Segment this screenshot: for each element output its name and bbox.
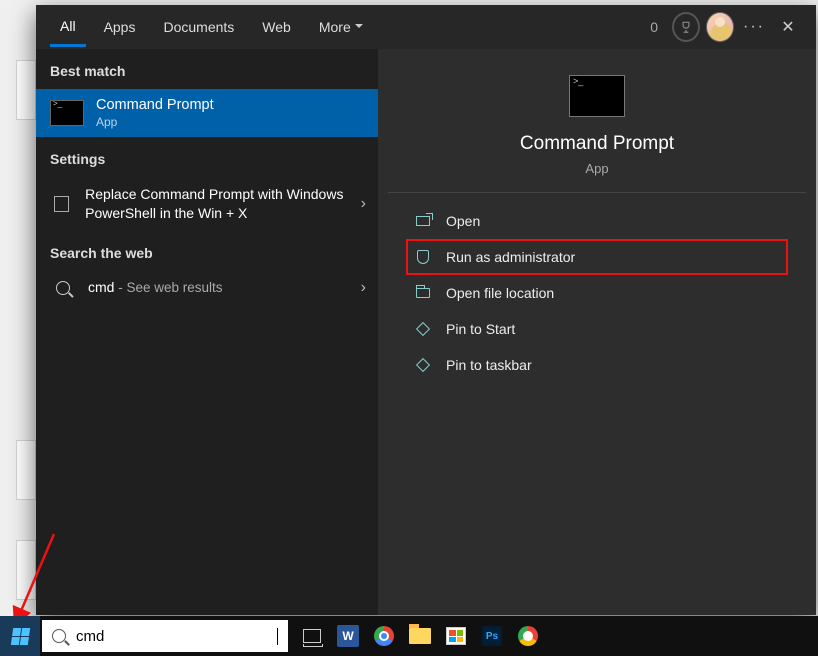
preview-subtitle: App (388, 161, 806, 176)
chevron-right-icon: › (361, 279, 366, 297)
results-column: Best match Command Prompt App Settings R… (36, 49, 378, 615)
taskbar-chrome[interactable] (372, 624, 396, 648)
result-setting-replace-cmd[interactable]: Replace Command Prompt with Windows Powe… (36, 177, 378, 231)
rewards-count: 0 (650, 19, 658, 35)
settings-heading: Settings (36, 137, 378, 177)
result-title: Command Prompt (96, 97, 214, 113)
background-window-stub (16, 540, 36, 600)
user-avatar-button[interactable] (706, 13, 734, 41)
web-suffix: - See web results (114, 280, 222, 295)
taskbar-word[interactable]: W (336, 624, 360, 648)
options-button[interactable]: ··· (740, 13, 768, 41)
action-run-as-administrator[interactable]: Run as administrator (406, 239, 788, 275)
close-button[interactable]: ✕ (774, 13, 802, 41)
chrome-canary-icon (518, 626, 538, 646)
tab-apps[interactable]: Apps (94, 9, 146, 45)
result-subtitle: App (96, 115, 214, 129)
preview-column: Command Prompt App Open Run as administr… (378, 49, 816, 615)
preview-actions: Open Run as administrator Open file loca… (388, 193, 806, 393)
folder-icon (414, 285, 432, 301)
action-label: Pin to Start (446, 321, 515, 337)
trophy-icon (672, 12, 700, 42)
file-explorer-icon (409, 628, 431, 644)
action-label: Run as administrator (446, 249, 575, 265)
ellipsis-icon: ··· (743, 18, 765, 36)
web-term: cmd (88, 279, 114, 295)
action-pin-to-taskbar[interactable]: Pin to taskbar (406, 347, 788, 383)
background-window-stub (16, 440, 36, 500)
start-button[interactable] (0, 616, 40, 656)
search-filter-tabs: All Apps Documents Web More 0 ··· ✕ (36, 5, 816, 49)
taskbar-file-explorer[interactable] (408, 624, 432, 648)
pin-icon (414, 357, 432, 373)
best-match-heading: Best match (36, 49, 378, 89)
action-open-file-location[interactable]: Open file location (406, 275, 788, 311)
action-open[interactable]: Open (406, 203, 788, 239)
photoshop-icon: Ps (482, 626, 502, 646)
settings-monitor-icon (54, 196, 69, 212)
action-pin-to-start[interactable]: Pin to Start (406, 311, 788, 347)
taskbar-ms-store[interactable] (444, 624, 468, 648)
word-icon: W (337, 625, 359, 647)
result-web-cmd[interactable]: cmd - See web results › (36, 271, 378, 305)
preview-title: Command Prompt (388, 133, 806, 155)
close-icon: ✕ (781, 17, 794, 37)
tab-all[interactable]: All (50, 8, 86, 47)
tab-web[interactable]: Web (252, 9, 301, 45)
search-icon (52, 629, 66, 643)
taskbar-search-box[interactable] (42, 620, 288, 652)
tab-more[interactable]: More (309, 9, 373, 45)
action-label: Open file location (446, 285, 554, 301)
preview-header: Command Prompt App (388, 49, 806, 193)
chevron-right-icon: › (361, 195, 366, 213)
result-command-prompt[interactable]: Command Prompt App (36, 89, 378, 137)
microsoft-store-icon (446, 627, 466, 645)
start-search-panel: All Apps Documents Web More 0 ··· ✕ Best… (36, 5, 816, 615)
search-icon (56, 281, 70, 295)
task-view-icon (303, 629, 321, 643)
command-prompt-icon (50, 100, 84, 126)
setting-item-label: Replace Command Prompt with Windows Powe… (85, 185, 364, 223)
task-view-button[interactable] (300, 624, 324, 648)
taskbar-photoshop[interactable]: Ps (480, 624, 504, 648)
tab-documents[interactable]: Documents (153, 9, 244, 45)
text-cursor (277, 628, 278, 645)
command-prompt-icon (569, 75, 625, 117)
action-label: Pin to taskbar (446, 357, 532, 373)
open-icon (414, 213, 432, 229)
search-web-heading: Search the web (36, 231, 378, 271)
avatar-icon (706, 12, 734, 42)
taskbar: W Ps (0, 616, 818, 656)
windows-logo-icon (10, 628, 29, 645)
taskbar-chrome-canary[interactable] (516, 624, 540, 648)
rewards-badge-button[interactable] (672, 13, 700, 41)
pin-icon (414, 321, 432, 337)
action-label: Open (446, 213, 480, 229)
shield-icon (414, 249, 432, 265)
background-window-stub (16, 60, 36, 120)
chrome-icon (374, 626, 394, 646)
taskbar-search-input[interactable] (76, 628, 277, 645)
